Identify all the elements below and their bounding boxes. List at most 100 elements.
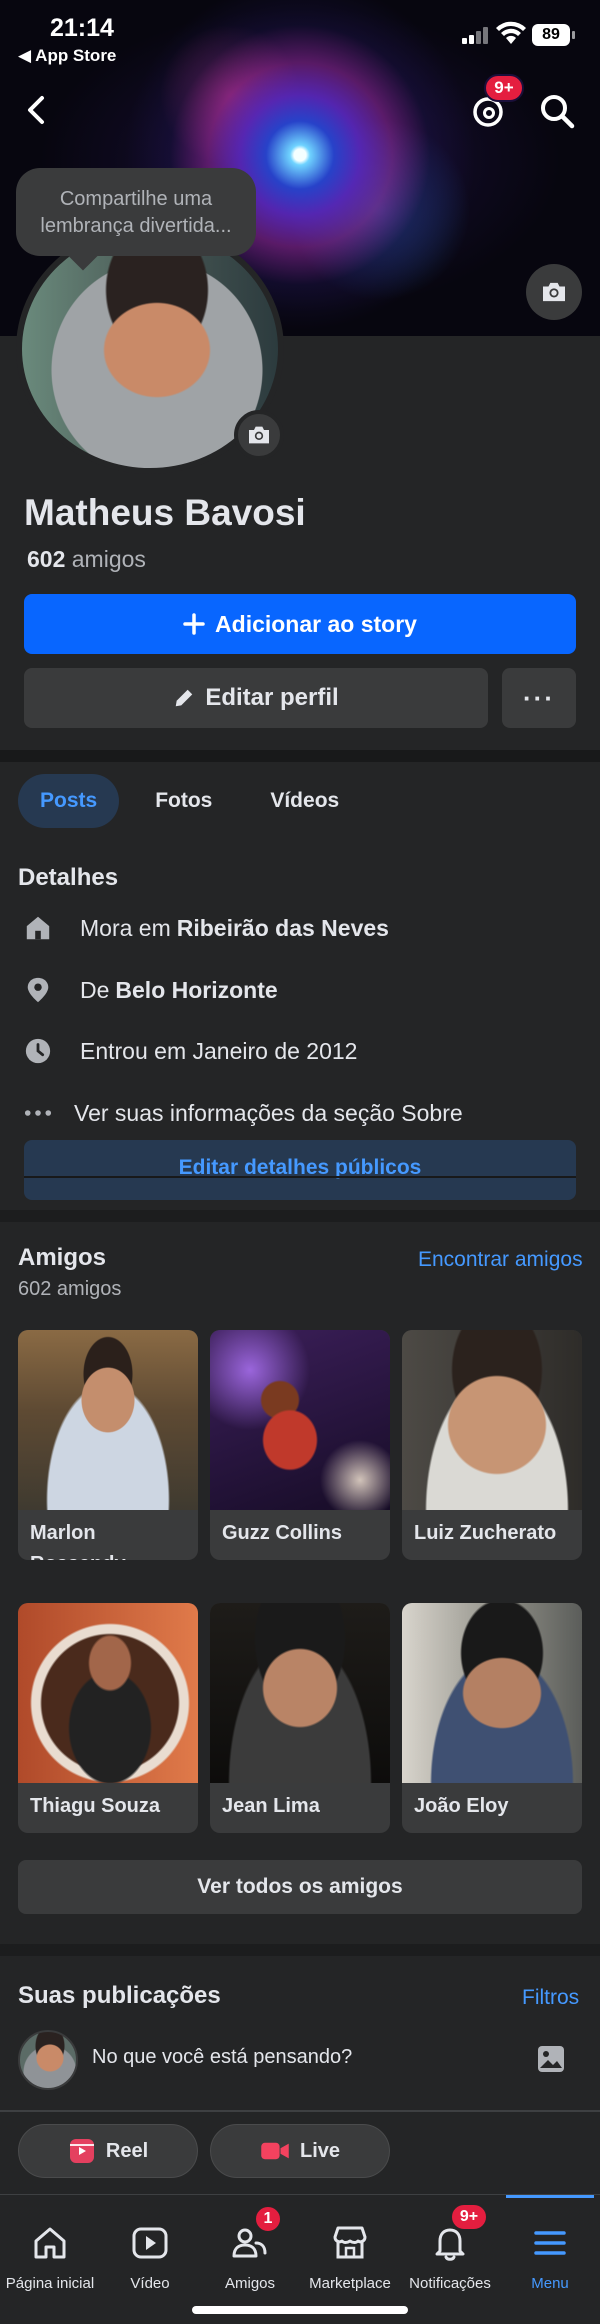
- back-arrow-icon[interactable]: [22, 92, 52, 128]
- about-section-link[interactable]: Ver suas informações da seção Sobre: [18, 1093, 463, 1133]
- see-all-friends-button[interactable]: Ver todos os amigos: [18, 1860, 582, 1914]
- composer-input[interactable]: No que você está pensando?: [92, 2046, 352, 2069]
- detail-from-city: Belo Horizonte: [115, 976, 278, 1003]
- home-indicator: [192, 2306, 408, 2314]
- section-divider: [0, 750, 600, 762]
- nav-marketplace[interactable]: Marketplace: [300, 2195, 400, 2305]
- edit-profile-picture-button[interactable]: [234, 410, 284, 460]
- composer-avatar: [18, 2030, 78, 2090]
- tab-videos[interactable]: Vídeos: [248, 774, 361, 828]
- friend-photo: [18, 1603, 198, 1783]
- tab-photos[interactable]: Fotos: [133, 774, 234, 828]
- friends-count-label: 602 amigos: [18, 1278, 122, 1300]
- friend-card[interactable]: Marlon Rossendy: [18, 1330, 198, 1560]
- friends-title: Amigos: [18, 1244, 107, 1271]
- profile-picture-container: [12, 224, 286, 474]
- friend-count-word: amigos: [71, 546, 146, 572]
- reel-label: Reel: [105, 2139, 149, 2162]
- cellular-signal-icon: [462, 26, 490, 44]
- plus-icon: [183, 613, 205, 635]
- house-icon: [24, 911, 68, 945]
- threads-badge: 9+: [484, 74, 524, 102]
- friend-name: Thiagu Souza: [30, 1795, 160, 1817]
- friend-card[interactable]: Jean Lima: [210, 1603, 390, 1833]
- nav-menu[interactable]: Menu: [500, 2195, 600, 2305]
- edit-public-details-button[interactable]: Editar detalhes públicos: [24, 1140, 576, 1200]
- photo-icon[interactable]: [536, 2044, 566, 2074]
- wifi-icon: [496, 21, 526, 44]
- nav-friends[interactable]: 1 Amigos: [200, 2195, 300, 2305]
- nav-friends-label: Amigos: [224, 2275, 276, 2292]
- threads-button[interactable]: 9+: [466, 74, 524, 132]
- add-to-story-button[interactable]: Adicionar ao story: [24, 594, 576, 654]
- live-video-icon: [261, 2142, 289, 2160]
- friend-name: Jean Lima: [222, 1795, 320, 1817]
- nav-video-label: Vídeo: [130, 2275, 170, 2292]
- detail-lives-city: Ribeirão das Neves: [176, 914, 389, 941]
- details-title: Detalhes: [18, 864, 119, 891]
- nav-marketplace-label: Marketplace: [309, 2275, 391, 2292]
- find-friends-link[interactable]: Encontrar amigos: [418, 1248, 583, 1272]
- friends-badge: 1: [254, 2205, 282, 2233]
- memory-prompt-bubble[interactable]: Compartilhe uma lembrança divertida...: [16, 168, 256, 256]
- friend-card[interactable]: Thiagu Souza: [18, 1603, 198, 1833]
- friend-count-number: 602: [27, 546, 66, 572]
- bottom-navigation: Página inicial Vídeo 1 Amigos Marketplac…: [0, 2194, 600, 2324]
- nav-home-label: Página inicial: [5, 2275, 95, 2292]
- friend-photo: [18, 1330, 198, 1510]
- profile-tabs: Posts Fotos Vídeos: [18, 774, 361, 828]
- friend-photo: [402, 1603, 582, 1783]
- section-divider: [0, 1944, 600, 1956]
- friend-name: Marlon Rossendy: [30, 1522, 126, 1560]
- notifications-badge: 9+: [450, 2203, 488, 2231]
- camera-icon: [249, 426, 269, 444]
- detail-joined-text: Entrou em Janeiro de 2012: [80, 1037, 358, 1064]
- edit-cover-photo-button[interactable]: [526, 264, 582, 320]
- pencil-icon: [176, 689, 193, 707]
- nav-home[interactable]: Página inicial: [0, 2195, 100, 2305]
- filters-link[interactable]: Filtros: [522, 1986, 579, 2010]
- location-pin-icon: [24, 973, 68, 1007]
- more-options-button[interactable]: ···: [502, 668, 576, 728]
- friend-card[interactable]: Luiz Zucherato: [402, 1330, 582, 1560]
- detail-lives-prefix: Mora em: [80, 914, 171, 941]
- status-time: 21:14: [50, 14, 114, 42]
- marketplace-icon: [333, 2226, 367, 2259]
- friend-card[interactable]: Guzz Collins: [210, 1330, 390, 1560]
- back-to-app-store-link[interactable]: ◀ App Store: [18, 46, 116, 66]
- nav-video[interactable]: Vídeo: [100, 2195, 200, 2305]
- edit-profile-button[interactable]: Editar perfil: [24, 668, 488, 728]
- add-to-story-label: Adicionar ao story: [215, 610, 417, 637]
- tab-posts[interactable]: Posts: [18, 774, 120, 828]
- live-label: Live: [299, 2139, 341, 2162]
- section-divider: [0, 1210, 600, 1222]
- search-icon[interactable]: [538, 92, 576, 130]
- friend-photo: [210, 1330, 390, 1510]
- friend-photo: [402, 1330, 582, 1510]
- friend-card[interactable]: João Eloy: [402, 1603, 582, 1833]
- profile-friend-count[interactable]: 602 amigos: [27, 546, 146, 573]
- edit-profile-label: Editar perfil: [205, 684, 339, 711]
- posts-title: Suas publicações: [18, 1982, 221, 2009]
- camera-icon: [543, 282, 565, 302]
- nav-notifications-label: Notificações: [409, 2275, 491, 2292]
- live-button[interactable]: Live: [210, 2124, 390, 2178]
- profile-name: Matheus Bavosi: [24, 492, 306, 533]
- reel-button[interactable]: Reel: [18, 2124, 198, 2178]
- nav-menu-label: Menu: [531, 2275, 569, 2292]
- nav-notifications[interactable]: 9+ Notificações: [400, 2195, 500, 2305]
- home-icon: [34, 2227, 66, 2259]
- more-dots-icon: [24, 1096, 62, 1130]
- status-bar: 21:14 ◀ App Store 89: [0, 0, 600, 70]
- detail-joined: Entrou em Janeiro de 2012: [18, 1031, 357, 1071]
- about-section-label: Ver suas informações da seção Sobre: [74, 1099, 463, 1126]
- battery-indicator: 89: [532, 24, 575, 46]
- detail-from: De Belo Horizonte: [18, 970, 278, 1010]
- detail-from-prefix: De: [80, 976, 110, 1003]
- menu-icon: [534, 2231, 566, 2255]
- friend-name: João Eloy: [414, 1795, 509, 1817]
- clock-icon: [24, 1034, 68, 1068]
- detail-lives-in: Mora em Ribeirão das Neves: [18, 908, 389, 948]
- video-icon: [132, 2227, 168, 2259]
- reel-icon: [69, 2139, 94, 2163]
